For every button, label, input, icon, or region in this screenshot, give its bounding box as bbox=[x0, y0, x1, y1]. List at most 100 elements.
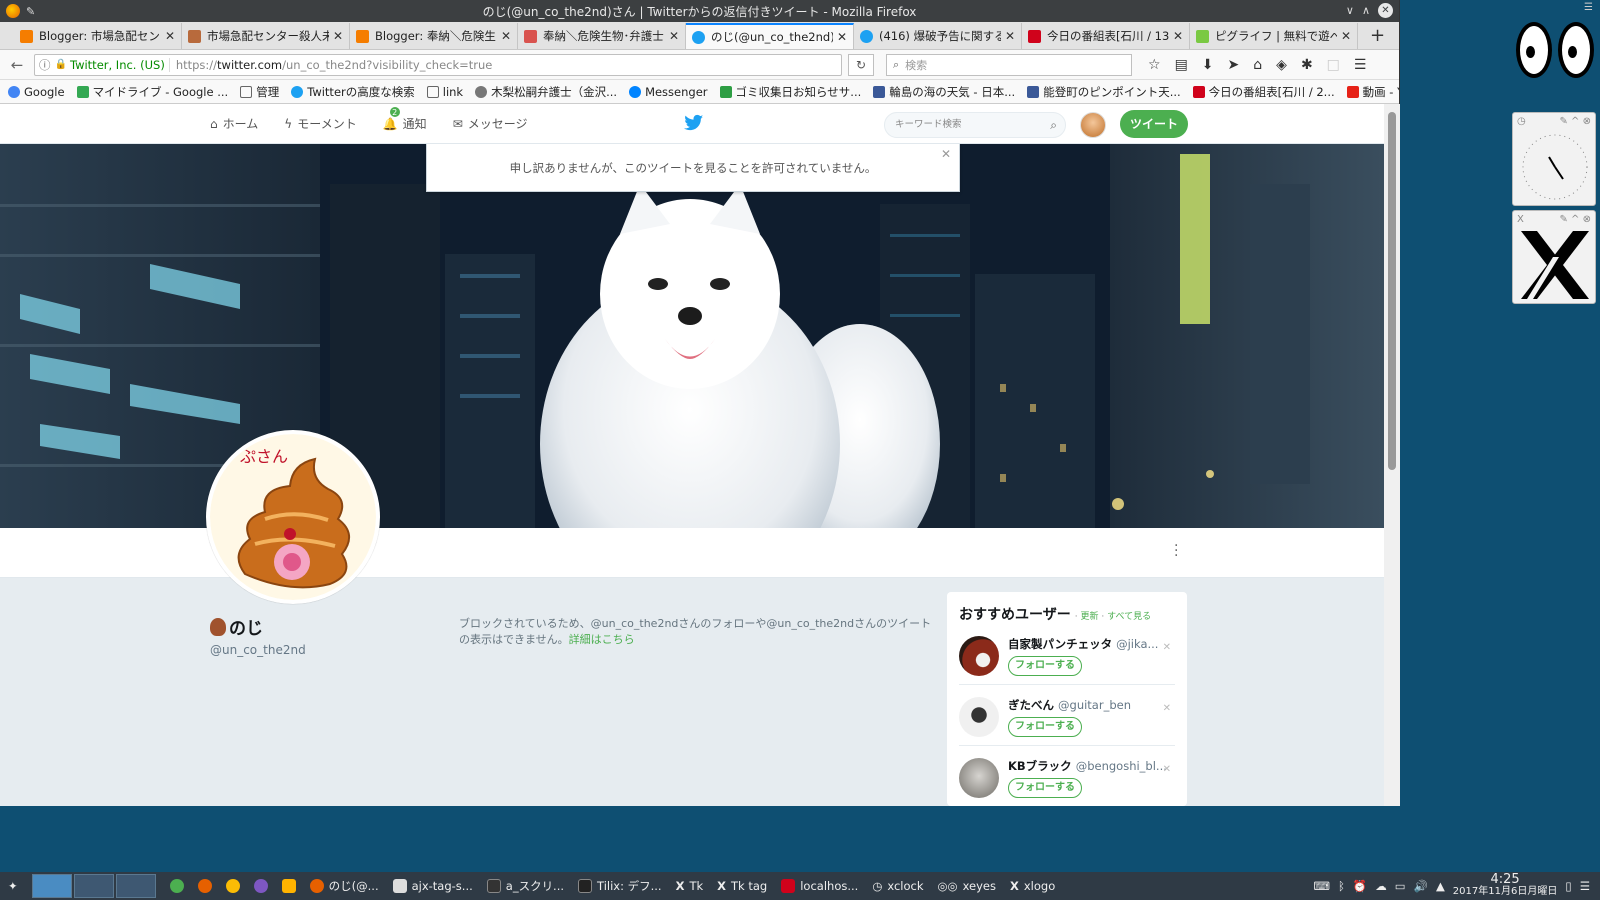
minimize-icon[interactable]: ∨ bbox=[1346, 4, 1354, 17]
launcher-icon[interactable] bbox=[225, 879, 240, 893]
show-desktop-icon[interactable]: ▯ bbox=[1565, 879, 1571, 893]
launcher-icon[interactable] bbox=[169, 879, 184, 893]
home-icon[interactable]: ⌂ bbox=[1253, 57, 1262, 73]
taskbar-item[interactable]: X Tk tag bbox=[717, 879, 767, 893]
page-scrollbar[interactable] bbox=[1384, 104, 1400, 806]
xclock-widget[interactable]: ◷ ✎ ^ ⊗ bbox=[1512, 112, 1596, 206]
bookmark-item[interactable]: Messenger bbox=[629, 85, 708, 99]
tab-close-icon[interactable]: ✕ bbox=[333, 29, 343, 43]
taskbar-item[interactable]: localhos... bbox=[781, 879, 858, 893]
learn-more-link[interactable]: 詳細はこちら bbox=[569, 633, 635, 646]
scrollbar-thumb[interactable] bbox=[1388, 112, 1396, 470]
back-arrow-icon[interactable]: ← bbox=[6, 54, 28, 76]
tweet-button[interactable]: ツイート bbox=[1120, 110, 1188, 138]
browser-tab[interactable]: 市場急配センター殺人未 ✕ bbox=[182, 23, 350, 49]
bookmark-item[interactable]: 木梨松嗣弁護士（金沢... bbox=[475, 84, 617, 100]
pocket-icon[interactable]: ◈ bbox=[1276, 57, 1287, 73]
taskbar-item[interactable]: a_スクリ... bbox=[486, 878, 564, 894]
extension-icon[interactable]: ✱ bbox=[1301, 57, 1313, 73]
tab-close-icon[interactable]: ✕ bbox=[1005, 29, 1015, 43]
bookmark-item[interactable]: 今日の番組表[石川 / 2... bbox=[1192, 84, 1335, 100]
browser-tab[interactable]: ピグライフ | 無料で遊べる✕ bbox=[1190, 23, 1358, 49]
browser-tab[interactable]: (416) 爆破予告に関する ✕ bbox=[854, 23, 1022, 49]
close-window-button[interactable]: ✕ bbox=[1378, 3, 1393, 18]
bookmark-star-icon[interactable]: ☆ bbox=[1148, 57, 1161, 73]
url-text[interactable]: https://twitter.com/un_co_the2nd?visibil… bbox=[176, 58, 837, 72]
cloud-icon[interactable]: ☁ bbox=[1375, 879, 1387, 893]
bookmark-folder[interactable]: link bbox=[426, 85, 463, 99]
tab-close-icon[interactable]: ✕ bbox=[165, 29, 175, 43]
suggested-user[interactable]: ぎたべん @guitar_ben フォローする ✕ bbox=[959, 697, 1175, 746]
workspace-1[interactable] bbox=[31, 874, 72, 898]
follow-button[interactable]: フォローする bbox=[1008, 656, 1082, 676]
bookmark-item[interactable]: 輪島の海の天気 - 日本... bbox=[873, 84, 1015, 100]
launcher-icon[interactable] bbox=[281, 879, 296, 893]
more-options-icon[interactable]: · · · bbox=[1174, 539, 1178, 563]
nav-notifications[interactable]: 🔔 2 通知 bbox=[383, 106, 427, 132]
blank-icon[interactable]: □ bbox=[1327, 57, 1340, 73]
maximize-icon[interactable]: ∧ bbox=[1362, 4, 1370, 17]
bookmark-folder[interactable]: 管理 bbox=[240, 84, 279, 100]
bookmark-item[interactable]: ゴミ収集日お知らせサ... bbox=[719, 84, 861, 100]
view-all-link[interactable]: すべて見る bbox=[1107, 612, 1151, 622]
user-avatar[interactable] bbox=[959, 758, 999, 798]
clipboard-icon[interactable]: ▤ bbox=[1175, 57, 1188, 73]
twitter-search-input[interactable]: キーワード検索 ⌕ bbox=[884, 112, 1066, 138]
dismiss-icon[interactable]: ✕ bbox=[1163, 764, 1171, 775]
browser-tab[interactable]: Blogger: 市場急配センタ ✕ bbox=[14, 23, 182, 49]
display-icon[interactable]: ▭ bbox=[1395, 879, 1406, 893]
volume-icon[interactable]: 🔊 bbox=[1414, 879, 1428, 893]
suggested-user[interactable]: KBブラック @bengoshi_bl... フォローする ✕ bbox=[959, 758, 1175, 806]
launcher-icon[interactable] bbox=[197, 879, 212, 893]
alarm-icon[interactable]: ⏰ bbox=[1353, 879, 1367, 893]
taskbar-clock[interactable]: 4:25 2017年11月6日月曜日 bbox=[1453, 873, 1558, 898]
menu-icon[interactable]: ☰ bbox=[1354, 57, 1367, 73]
widget-controls-icon[interactable]: ✎ ^ ⊗ bbox=[1560, 116, 1592, 127]
search-icon[interactable]: ⌕ bbox=[1050, 113, 1057, 137]
url-bar[interactable]: ⓘ 🔒 Twitter, Inc. (US) https://twitter.c… bbox=[34, 53, 842, 76]
tab-close-icon[interactable]: ✕ bbox=[501, 29, 511, 43]
bookmark-item[interactable]: Google bbox=[8, 85, 65, 99]
dismiss-icon[interactable]: ✕ bbox=[1163, 703, 1171, 714]
reload-icon[interactable]: ↻ bbox=[848, 53, 874, 76]
bluetooth-icon[interactable]: ᛒ bbox=[1338, 879, 1345, 893]
input-method-icon[interactable]: ⌨ bbox=[1313, 879, 1330, 893]
taskbar-item[interactable]: X Tk bbox=[676, 879, 704, 893]
taskbar-item[interactable]: ajx-tag-s... bbox=[392, 879, 473, 893]
display-name[interactable]: のじ bbox=[210, 614, 306, 639]
tab-close-icon[interactable]: ✕ bbox=[1173, 29, 1183, 43]
workspace-2[interactable] bbox=[73, 874, 114, 898]
search-bar[interactable]: ⌕ 検索 bbox=[886, 53, 1132, 76]
browser-tab[interactable]: Blogger: 奉納＼危険生 ✕ bbox=[350, 23, 518, 49]
follow-button[interactable]: フォローする bbox=[1008, 717, 1082, 737]
tab-close-icon[interactable]: ✕ bbox=[837, 30, 847, 44]
dismiss-icon[interactable]: ✕ bbox=[1163, 642, 1171, 653]
user-avatar[interactable] bbox=[959, 636, 999, 676]
tab-close-icon[interactable]: ✕ bbox=[669, 29, 679, 43]
launcher-icon[interactable] bbox=[253, 879, 268, 893]
send-icon[interactable]: ➤ bbox=[1228, 57, 1240, 73]
widget-controls-icon[interactable]: ✎ ^ ⊗ bbox=[1560, 214, 1592, 225]
xlogo-widget[interactable]: X ✎ ^ ⊗ bbox=[1512, 210, 1596, 304]
tab-close-icon[interactable]: ✕ bbox=[1341, 29, 1351, 43]
nav-moments[interactable]: ϟ モーメント bbox=[284, 115, 356, 132]
browser-tab[interactable]: 今日の番組表[石川 / 13 ✕ bbox=[1022, 23, 1190, 49]
window-titlebar[interactable]: ✎ のじ(@un_co_the2nd)さん | Twitterからの返信付きツイ… bbox=[0, 0, 1399, 22]
bookmark-item[interactable]: 動画 - YouTube bbox=[1346, 84, 1399, 100]
start-menu-icon[interactable]: ✦ bbox=[8, 879, 18, 893]
user-avatar[interactable] bbox=[1080, 112, 1106, 138]
twitter-bird-icon[interactable] bbox=[684, 114, 704, 132]
desktop-menu-icon[interactable]: ☰ bbox=[1584, 2, 1598, 16]
follow-button[interactable]: フォローする bbox=[1008, 778, 1082, 798]
browser-tab[interactable]: 奉納＼危険生物･弁護士 ✕ bbox=[518, 23, 686, 49]
bookmark-item[interactable]: マイドライブ - Google ... bbox=[76, 84, 228, 100]
info-icon[interactable]: ⓘ bbox=[39, 57, 51, 73]
taskbar-item[interactable]: ◷ xclock bbox=[872, 879, 923, 893]
site-identity[interactable]: Twitter, Inc. (US) bbox=[70, 57, 170, 72]
menu-icon[interactable]: ☰ bbox=[1580, 879, 1590, 893]
user-avatar[interactable] bbox=[959, 697, 999, 737]
expand-tray-icon[interactable]: ▲ bbox=[1436, 879, 1445, 893]
bookmark-item[interactable]: 能登町のピンポイント天... bbox=[1027, 84, 1181, 100]
taskbar-item[interactable]: ◎◎ xeyes bbox=[938, 879, 996, 893]
download-icon[interactable]: ⬇ bbox=[1202, 57, 1214, 73]
